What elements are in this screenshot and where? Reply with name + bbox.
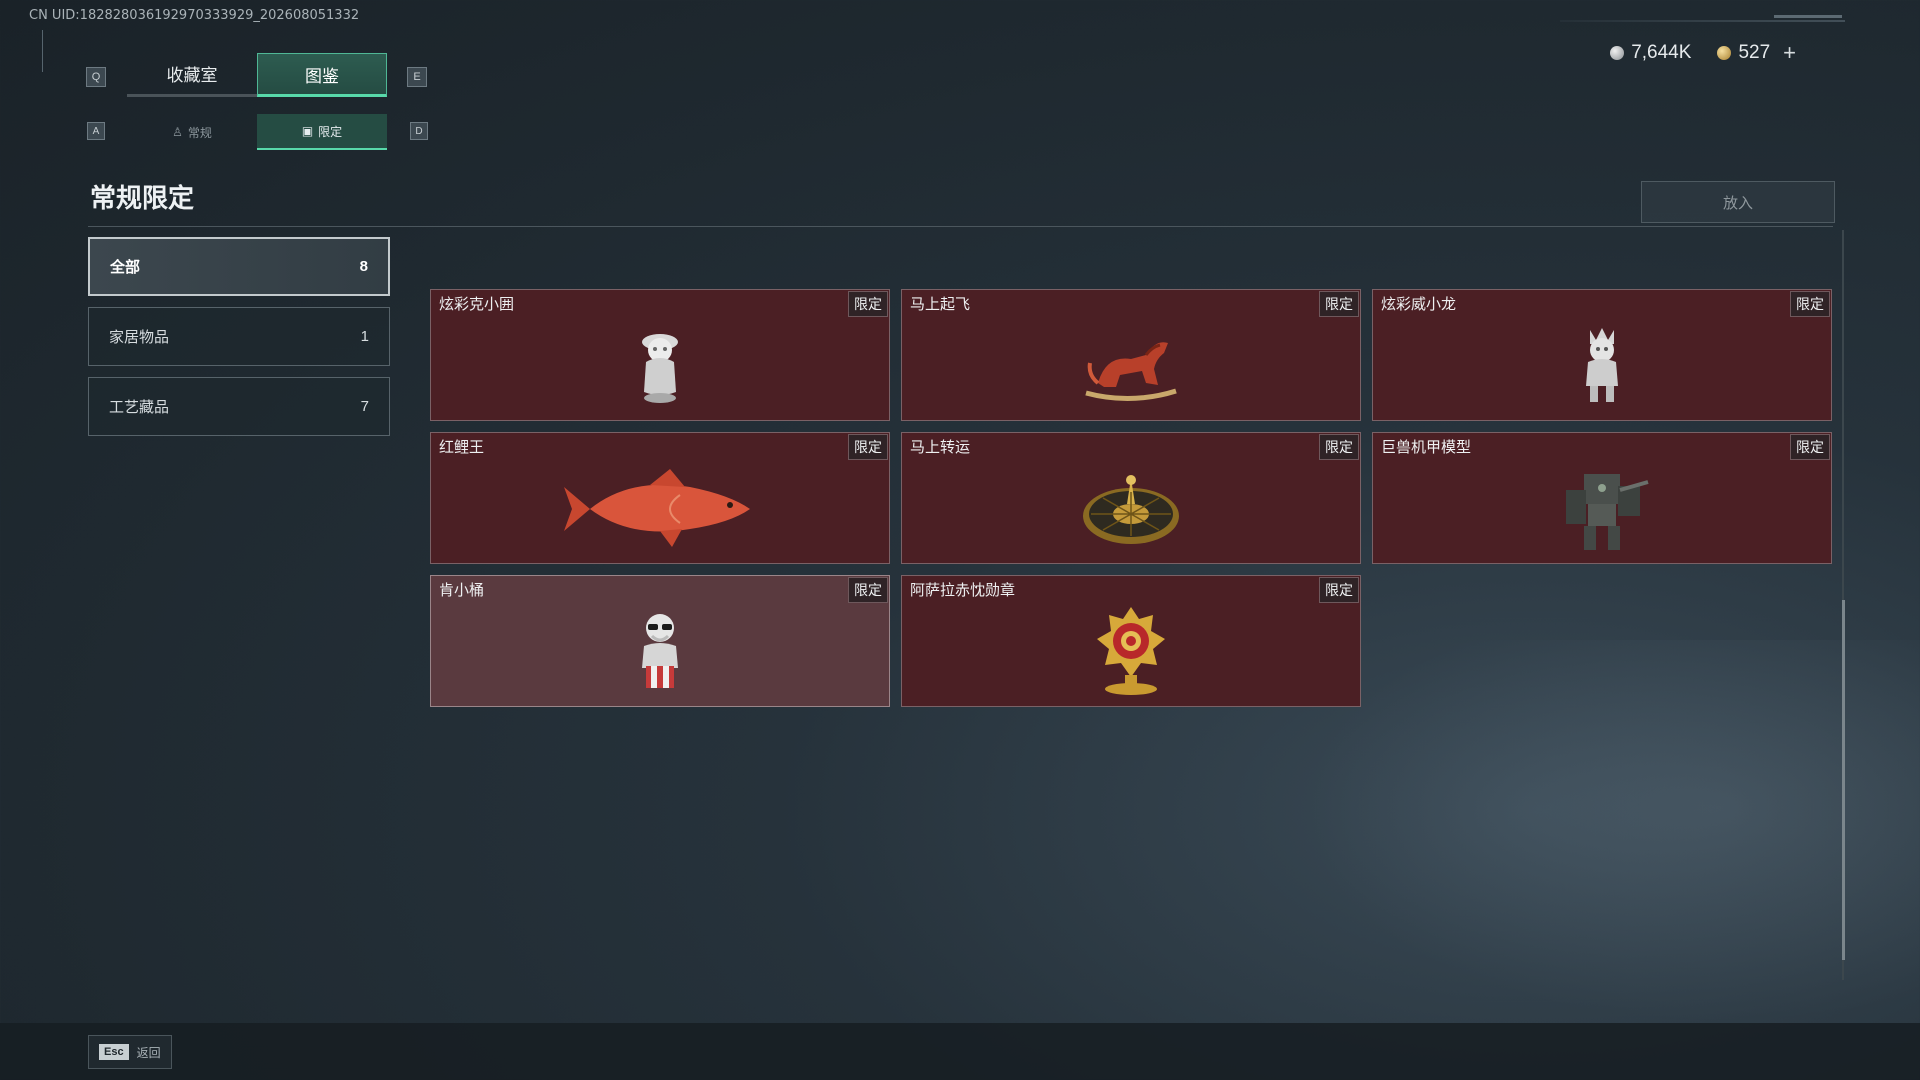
mech-icon xyxy=(1373,451,1831,563)
divider xyxy=(88,226,1833,227)
item-card[interactable]: 马上转运 限定 xyxy=(901,432,1361,564)
carp-icon xyxy=(431,451,889,563)
uid-label: CN UID:182828036192970333929_20260805133… xyxy=(29,8,360,23)
silver-currency: 7,644K xyxy=(1610,42,1691,64)
category-label: 家居物品 xyxy=(109,328,170,346)
item-card[interactable]: 红鲤王 限定 xyxy=(430,432,890,564)
category-count: 1 xyxy=(360,328,369,345)
decorative-line xyxy=(1774,15,1842,18)
sub-tabs: ♙ 常规 ▣ 限定 xyxy=(127,114,387,150)
category-all[interactable]: 全部 8 xyxy=(88,237,390,296)
page-title: 常规限定 xyxy=(90,184,195,214)
colonel-figurine-icon xyxy=(431,594,889,706)
back-label: 返回 xyxy=(136,1045,161,1060)
item-card[interactable]: 炫彩威小龙 限定 xyxy=(1372,289,1832,421)
silver-amount: 7,644K xyxy=(1631,42,1692,63)
category-label: 工艺藏品 xyxy=(109,398,170,416)
back-button[interactable]: Esc 返回 xyxy=(88,1035,172,1069)
silver-coin-icon xyxy=(1610,46,1625,60)
add-currency-button[interactable]: + xyxy=(1783,40,1796,66)
decorative-line xyxy=(1560,20,1845,22)
category-label: 全部 xyxy=(110,258,141,276)
tab-limited-label: 限定 xyxy=(318,124,343,139)
item-grid: 炫彩克小囲 限定 马上起飞 限定 炫彩威小龙 限定 红鲤王 限定 马上转运 限定… xyxy=(430,289,1835,707)
horse-icon xyxy=(902,308,1360,420)
tab-collection-room[interactable]: 收藏室 xyxy=(127,53,257,97)
item-card[interactable]: 阿萨拉赤忱勋章 限定 xyxy=(901,575,1361,707)
category-count: 8 xyxy=(359,258,368,275)
wheel-icon xyxy=(902,451,1360,563)
scrollbar-thumb[interactable] xyxy=(1842,600,1845,960)
key-hint-e[interactable]: E xyxy=(407,67,427,87)
category-list: 全部 8 家居物品 1 工艺藏品 7 xyxy=(88,237,390,447)
tab-limited[interactable]: ▣ 限定 xyxy=(257,114,387,150)
item-card[interactable]: 巨兽机甲模型 限定 xyxy=(1372,432,1832,564)
medal-icon xyxy=(902,594,1360,706)
footer-bar xyxy=(0,1023,1920,1080)
figure-icon: ♙ xyxy=(172,125,183,139)
key-hint-d[interactable]: D xyxy=(410,122,428,140)
tab-regular[interactable]: ♙ 常规 xyxy=(127,114,257,150)
category-crafts[interactable]: 工艺藏品 7 xyxy=(88,377,390,436)
tab-codex[interactable]: 图鉴 xyxy=(257,53,387,97)
item-card[interactable]: 肯小桶 限定 xyxy=(430,575,890,707)
picture-icon: ▣ xyxy=(301,124,314,138)
currency-bar: 7,644K 527 + xyxy=(1610,40,1796,66)
gold-coin-icon xyxy=(1717,46,1732,60)
key-hint-esc: Esc xyxy=(99,1044,129,1060)
category-home-items[interactable]: 家居物品 1 xyxy=(88,307,390,366)
gold-currency: 527 + xyxy=(1717,40,1796,66)
item-card[interactable]: 马上起飞 限定 xyxy=(901,289,1361,421)
item-card[interactable]: 炫彩克小囲 限定 xyxy=(430,289,890,421)
gold-amount: 527 xyxy=(1738,42,1771,63)
key-hint-q[interactable]: Q xyxy=(86,67,106,87)
tab-regular-label: 常规 xyxy=(187,125,212,140)
category-count: 7 xyxy=(360,398,369,415)
main-tabs: 收藏室 图鉴 xyxy=(127,53,387,97)
key-hint-a[interactable]: A xyxy=(87,122,105,140)
figurine-girl-icon xyxy=(431,308,889,420)
put-in-button[interactable]: 放入 xyxy=(1641,181,1835,223)
decorative-line xyxy=(42,30,49,72)
figurine-dragon-icon xyxy=(1373,308,1831,420)
